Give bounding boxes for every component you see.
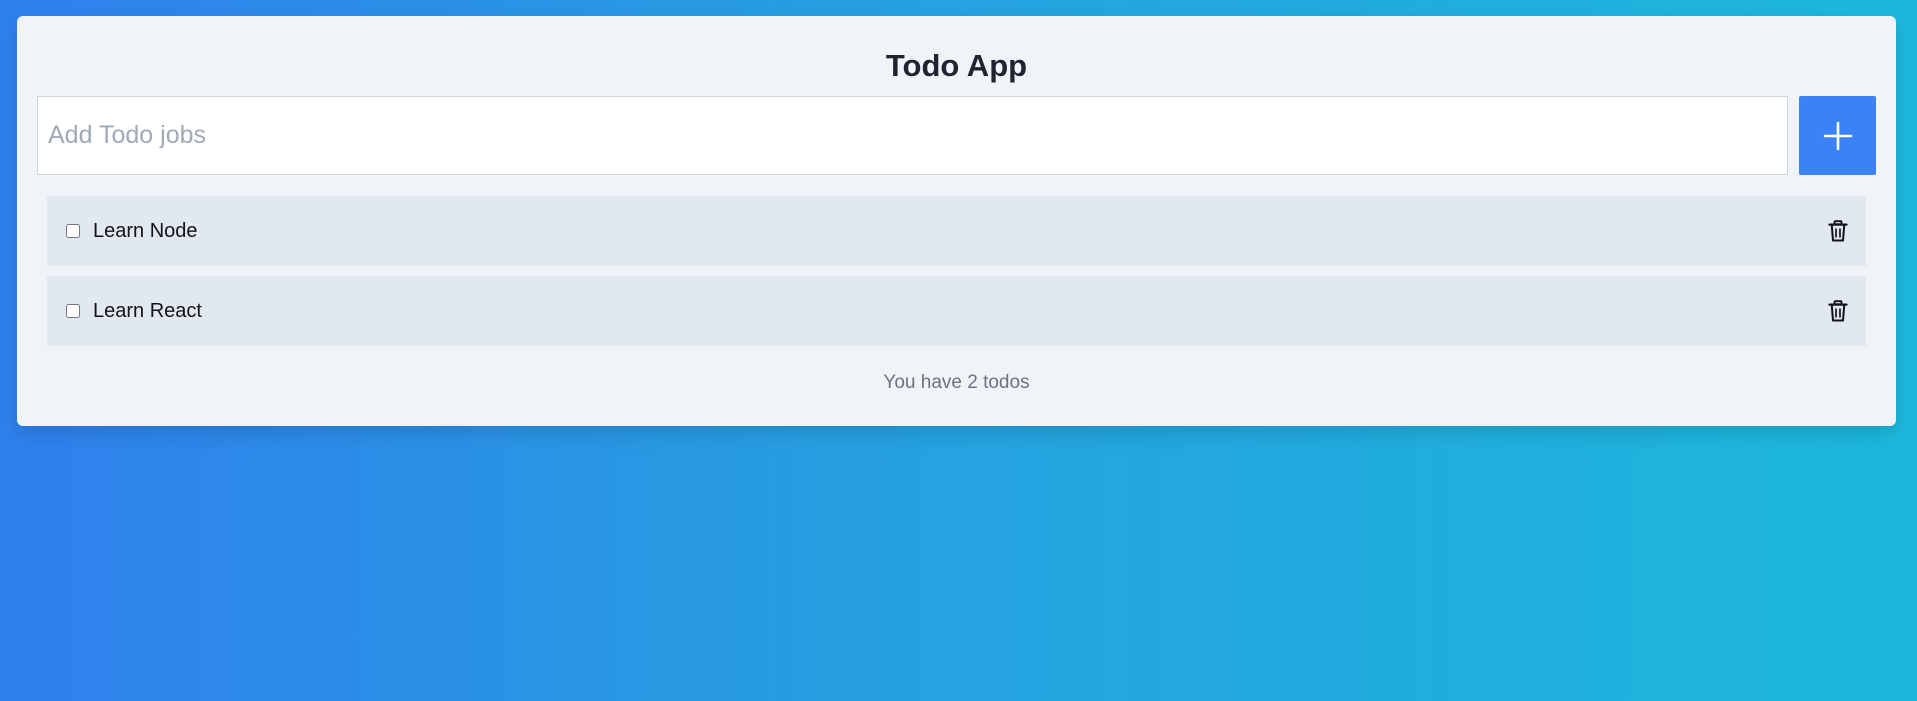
todo-checkbox[interactable] — [66, 224, 80, 238]
todo-item: Learn Node — [47, 196, 1866, 266]
todo-item: Learn React — [47, 276, 1866, 346]
todo-label: Learn React — [93, 300, 202, 322]
trash-icon — [1828, 220, 1848, 242]
todo-label: Learn Node — [93, 220, 198, 242]
todo-card: Todo App Learn Node Learn React — [17, 16, 1896, 426]
todo-list: Learn Node Learn React — [47, 196, 1866, 356]
plus-icon — [1823, 121, 1852, 150]
delete-todo-button[interactable] — [1826, 299, 1850, 323]
add-todo-input[interactable] — [37, 96, 1788, 175]
delete-todo-button[interactable] — [1826, 219, 1850, 243]
add-todo-button[interactable] — [1799, 96, 1876, 175]
trash-icon — [1828, 300, 1848, 322]
todo-count: You have 2 todos — [883, 372, 1030, 393]
page-title: Todo App — [885, 48, 1028, 83]
todo-checkbox[interactable] — [66, 304, 80, 318]
